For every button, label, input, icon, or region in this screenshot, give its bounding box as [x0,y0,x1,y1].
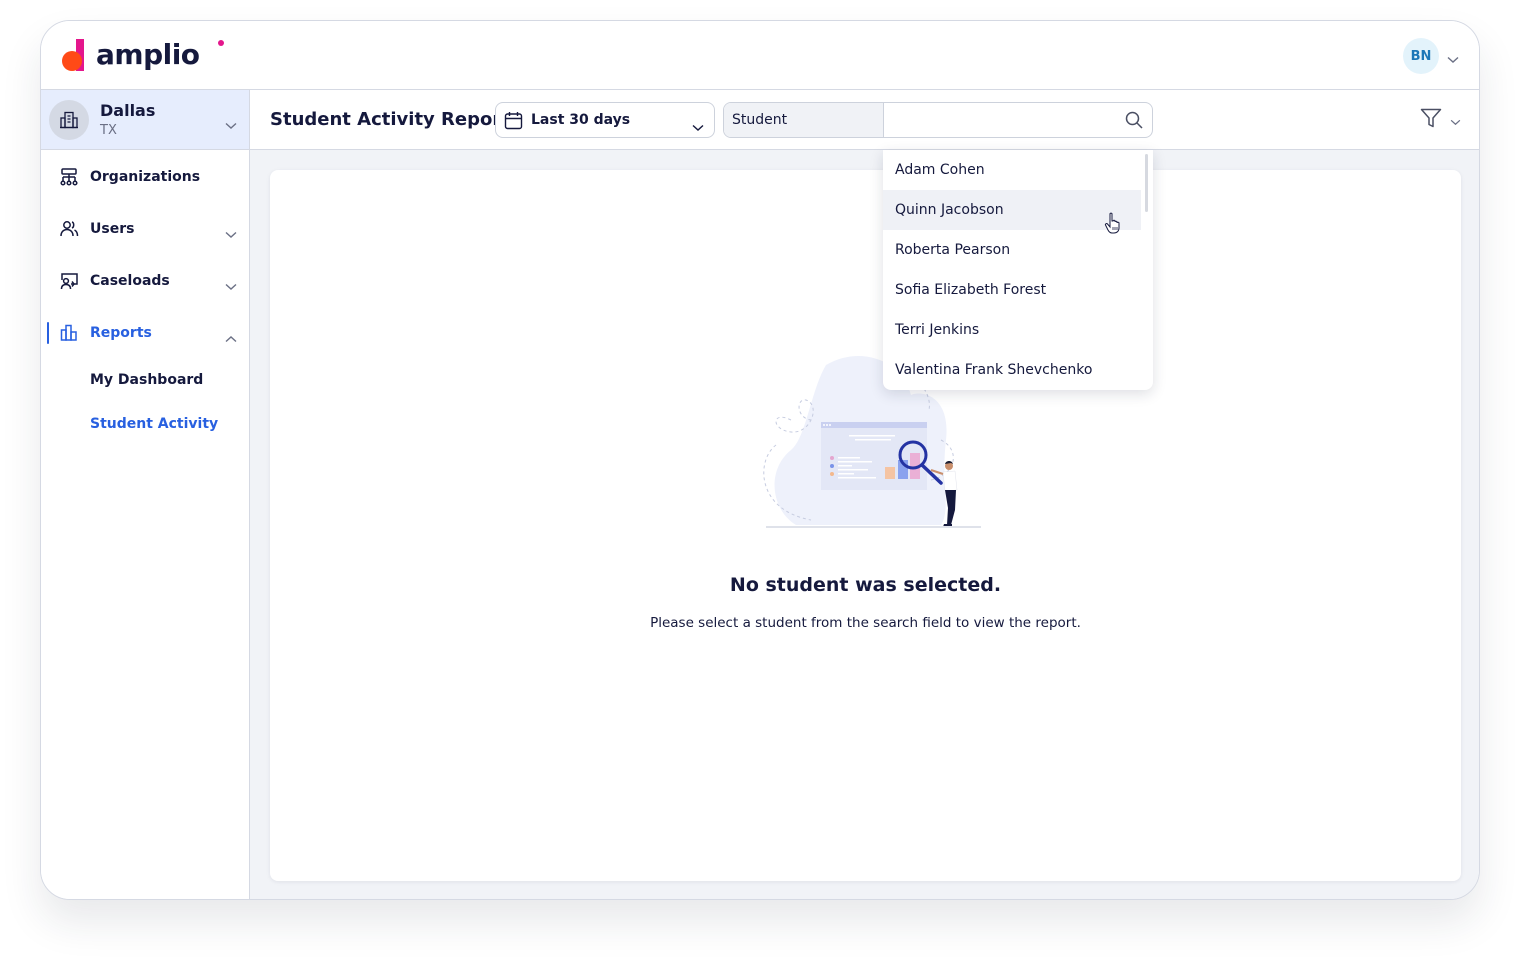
sidebar-item-caseloads[interactable]: Caseloads [41,263,249,299]
student-option[interactable]: Adam Cohen [883,150,1141,190]
filter-button[interactable] [1420,108,1461,132]
hand-pointer-cursor-icon [1104,212,1122,238]
sidebar-item-users[interactable]: Users [41,211,249,247]
organization-state: TX [100,123,117,138]
logo-dot [218,40,224,46]
student-search-input[interactable] [885,103,1115,137]
student-search-field: Student [723,102,1153,138]
empty-state-description: Please select a student from the search … [650,615,1081,631]
bar-chart-icon [59,323,79,343]
sidebar: Dallas TX Organizations Users Caseloads … [41,90,250,899]
date-range-select[interactable]: Last 30 days [495,102,715,138]
sidebar-item-reports[interactable]: Reports [41,315,249,351]
sidebar-item-label: Users [90,221,135,237]
app-window: amplio BN Dallas TX Organizations Users … [40,20,1480,900]
student-option[interactable]: Sofia Elizabeth Forest [883,270,1141,310]
student-option[interactable]: Roberta Pearson [883,230,1141,270]
sidebar-subitem-my-dashboard[interactable]: My Dashboard [90,372,203,388]
active-indicator [47,322,49,344]
filter-icon [1420,108,1442,132]
chevron-down-icon [225,276,237,295]
sidebar-item-label: Organizations [90,169,201,185]
student-search-label: Student [732,112,788,128]
student-option[interactable]: Quinn Jacobson [883,190,1141,230]
empty-state-title: No student was selected. [729,574,1002,596]
organization-name: Dallas [100,101,156,120]
caseloads-icon [59,271,79,291]
chevron-down-icon [225,224,237,243]
sidebar-item-label: Caseloads [90,273,170,289]
sidebar-item-organizations[interactable]: Organizations [41,159,249,195]
chevron-down-icon [1450,111,1461,130]
sidebar-item-label: Reports [90,325,152,341]
logo-text: amplio [96,37,200,71]
main-content: Student Activity Report Last 30 days Stu… [250,90,1479,899]
calendar-icon [504,111,523,134]
dropdown-scrollbar[interactable] [1145,154,1148,212]
chevron-down-icon [692,117,704,136]
chevron-up-icon [225,328,237,347]
student-dropdown: Adam Cohen Quinn Jacobson Roberta Pearso… [883,150,1153,390]
chevron-down-icon[interactable] [1447,49,1459,68]
page-title: Student Activity Report [270,109,510,130]
organization-switcher[interactable]: Dallas TX [41,90,249,150]
date-range-value: Last 30 days [531,112,631,128]
student-option[interactable]: Valentina Frank Shevchenko [883,350,1141,390]
report-toolbar: Student Activity Report Last 30 days Stu… [250,90,1479,150]
user-avatar[interactable]: BN [1403,38,1439,74]
report-card: No student was selected. Please select a… [270,170,1461,881]
org-chart-icon [59,167,79,187]
sidebar-subitem-student-activity[interactable]: Student Activity [90,416,218,432]
logo-mark-icon [60,37,94,73]
chevron-down-icon [225,115,237,134]
building-icon [49,100,89,140]
amplio-logo[interactable]: amplio [60,37,224,73]
top-bar: amplio BN [41,21,1479,90]
search-icon[interactable] [1125,111,1143,133]
student-option[interactable]: Terri Jenkins [883,310,1141,350]
student-search-prefix: Student [724,103,884,137]
users-icon [59,219,79,239]
